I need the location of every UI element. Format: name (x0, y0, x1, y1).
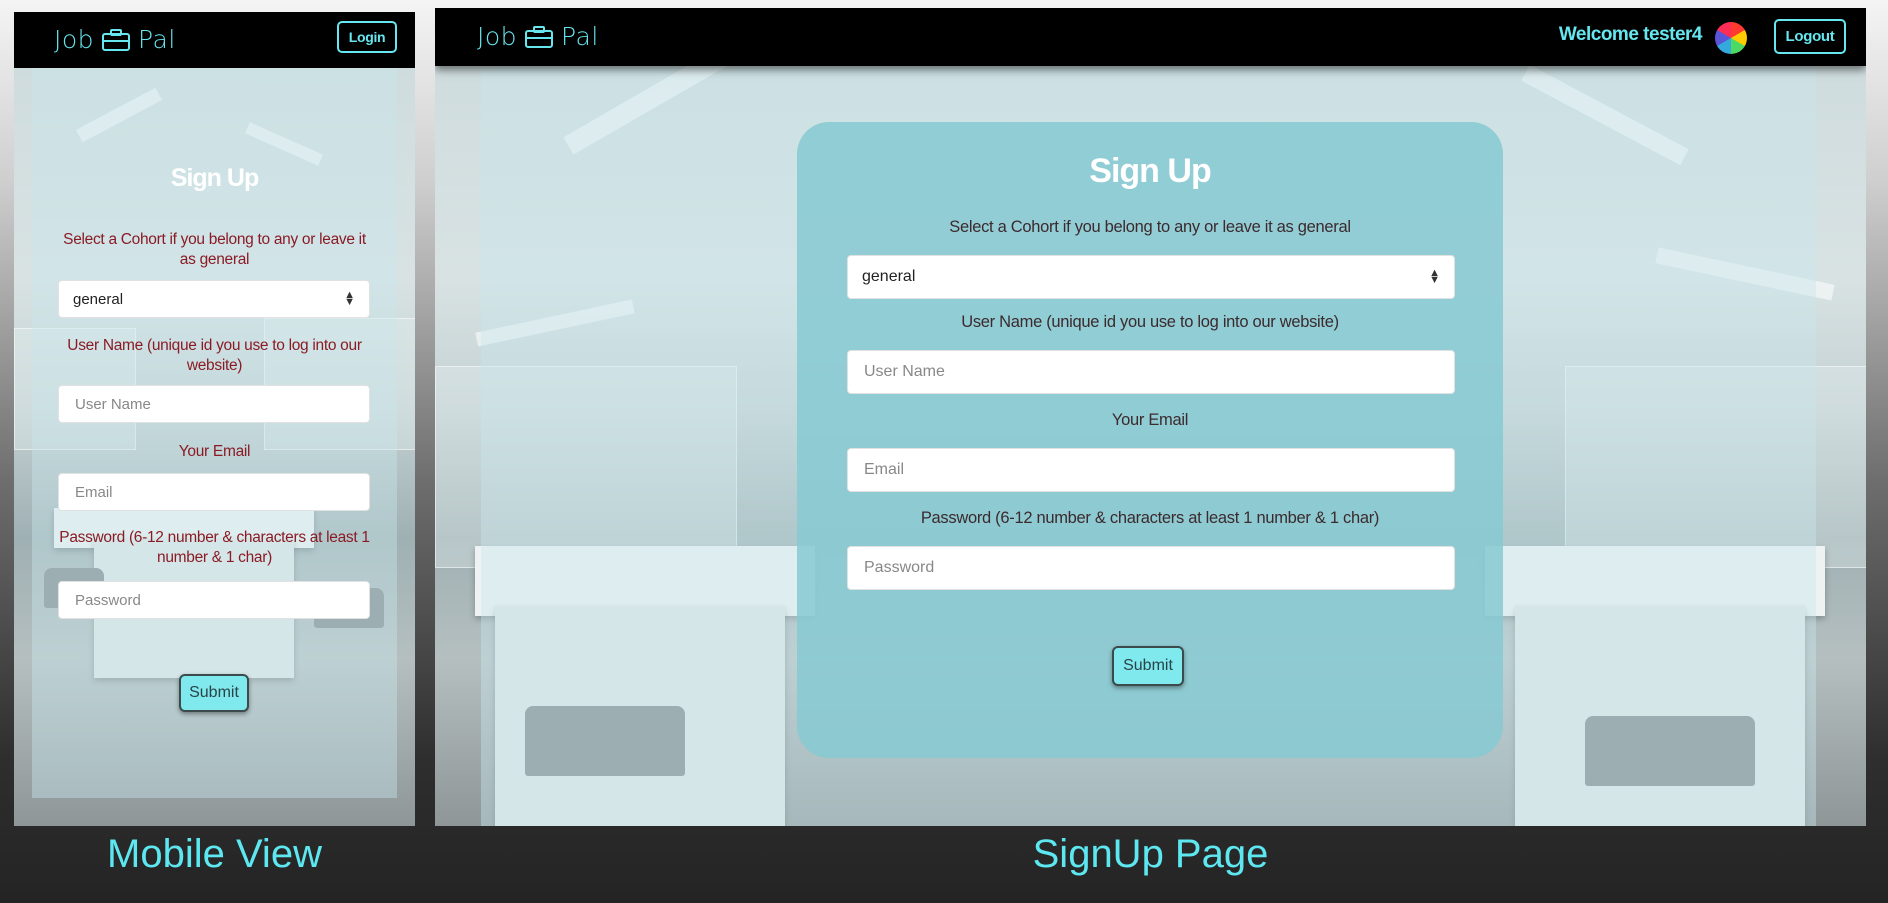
chevron-updown-icon: ▲ ▼ (1429, 267, 1440, 286)
form-title: Sign Up (170, 164, 259, 192)
desktop-view-screenshot: Job Pal Welcome tester4 Logout Sign Up S… (435, 8, 1866, 826)
brand-text-job: Job (477, 22, 518, 51)
password-label: Password (6-12 number & characters at le… (59, 529, 370, 566)
login-button[interactable]: Login (337, 21, 397, 53)
mobile-view-screenshot: Job Pal Login Sign Up Select a Cohort if… (14, 12, 415, 826)
signup-form-mobile: Sign Up Select a Cohort if you belong to… (14, 68, 415, 826)
form-title: Sign Up (1089, 152, 1211, 190)
cohort-label: Select a Cohort if you belong to any or … (949, 218, 1351, 236)
username-input[interactable] (73, 394, 355, 414)
password-label: Password (6-12 number & characters at le… (920, 509, 1380, 527)
brand-logo[interactable]: Job Pal (54, 25, 176, 54)
username-input-wrapper (58, 385, 370, 423)
brand-text-pal: Pal (561, 22, 599, 51)
password-input-wrapper (847, 546, 1455, 590)
submit-button[interactable]: Submit (179, 674, 249, 712)
email-label: Your Email (178, 443, 251, 460)
signup-form-card: Sign Up Select a Cohort if you belong to… (797, 122, 1503, 758)
brand-logo[interactable]: Job Pal (477, 22, 599, 51)
email-input[interactable] (862, 460, 1440, 480)
username-label: User Name (unique id you use to log into… (961, 313, 1339, 331)
briefcase-icon (525, 25, 554, 48)
user-avatar[interactable] (1715, 22, 1747, 54)
email-input-wrapper (847, 448, 1455, 492)
email-label: Your Email (1111, 411, 1189, 429)
brand-text-pal: Pal (138, 25, 176, 54)
password-input-wrapper (58, 581, 370, 619)
cohort-select-value: general (73, 290, 124, 308)
cohort-select[interactable]: general ▲ ▼ (58, 280, 370, 318)
briefcase-icon (102, 28, 131, 51)
chevron-updown-icon: ▲ ▼ (344, 289, 355, 308)
username-label: User Name (unique id you use to log into… (67, 337, 362, 374)
logout-button[interactable]: Logout (1774, 19, 1846, 54)
submit-button[interactable]: Submit (1112, 646, 1184, 686)
signup-page-caption: SignUp Page (1032, 832, 1269, 876)
welcome-text: Welcome tester4 (1558, 24, 1703, 45)
email-input[interactable] (73, 482, 355, 502)
mobile-view-caption: Mobile View (107, 832, 322, 876)
username-input[interactable] (862, 362, 1440, 382)
cohort-select[interactable]: general ▲ ▼ (847, 255, 1455, 299)
desktop-navbar: Job Pal Welcome tester4 Logout (435, 8, 1866, 66)
password-input[interactable] (862, 558, 1440, 578)
brand-text-job: Job (54, 25, 95, 54)
cohort-label: Select a Cohort if you belong to any or … (63, 231, 366, 268)
email-input-wrapper (58, 473, 370, 511)
password-input[interactable] (73, 590, 355, 610)
username-input-wrapper (847, 350, 1455, 394)
mobile-navbar: Job Pal Login (14, 12, 415, 68)
cohort-select-value: general (862, 268, 916, 285)
